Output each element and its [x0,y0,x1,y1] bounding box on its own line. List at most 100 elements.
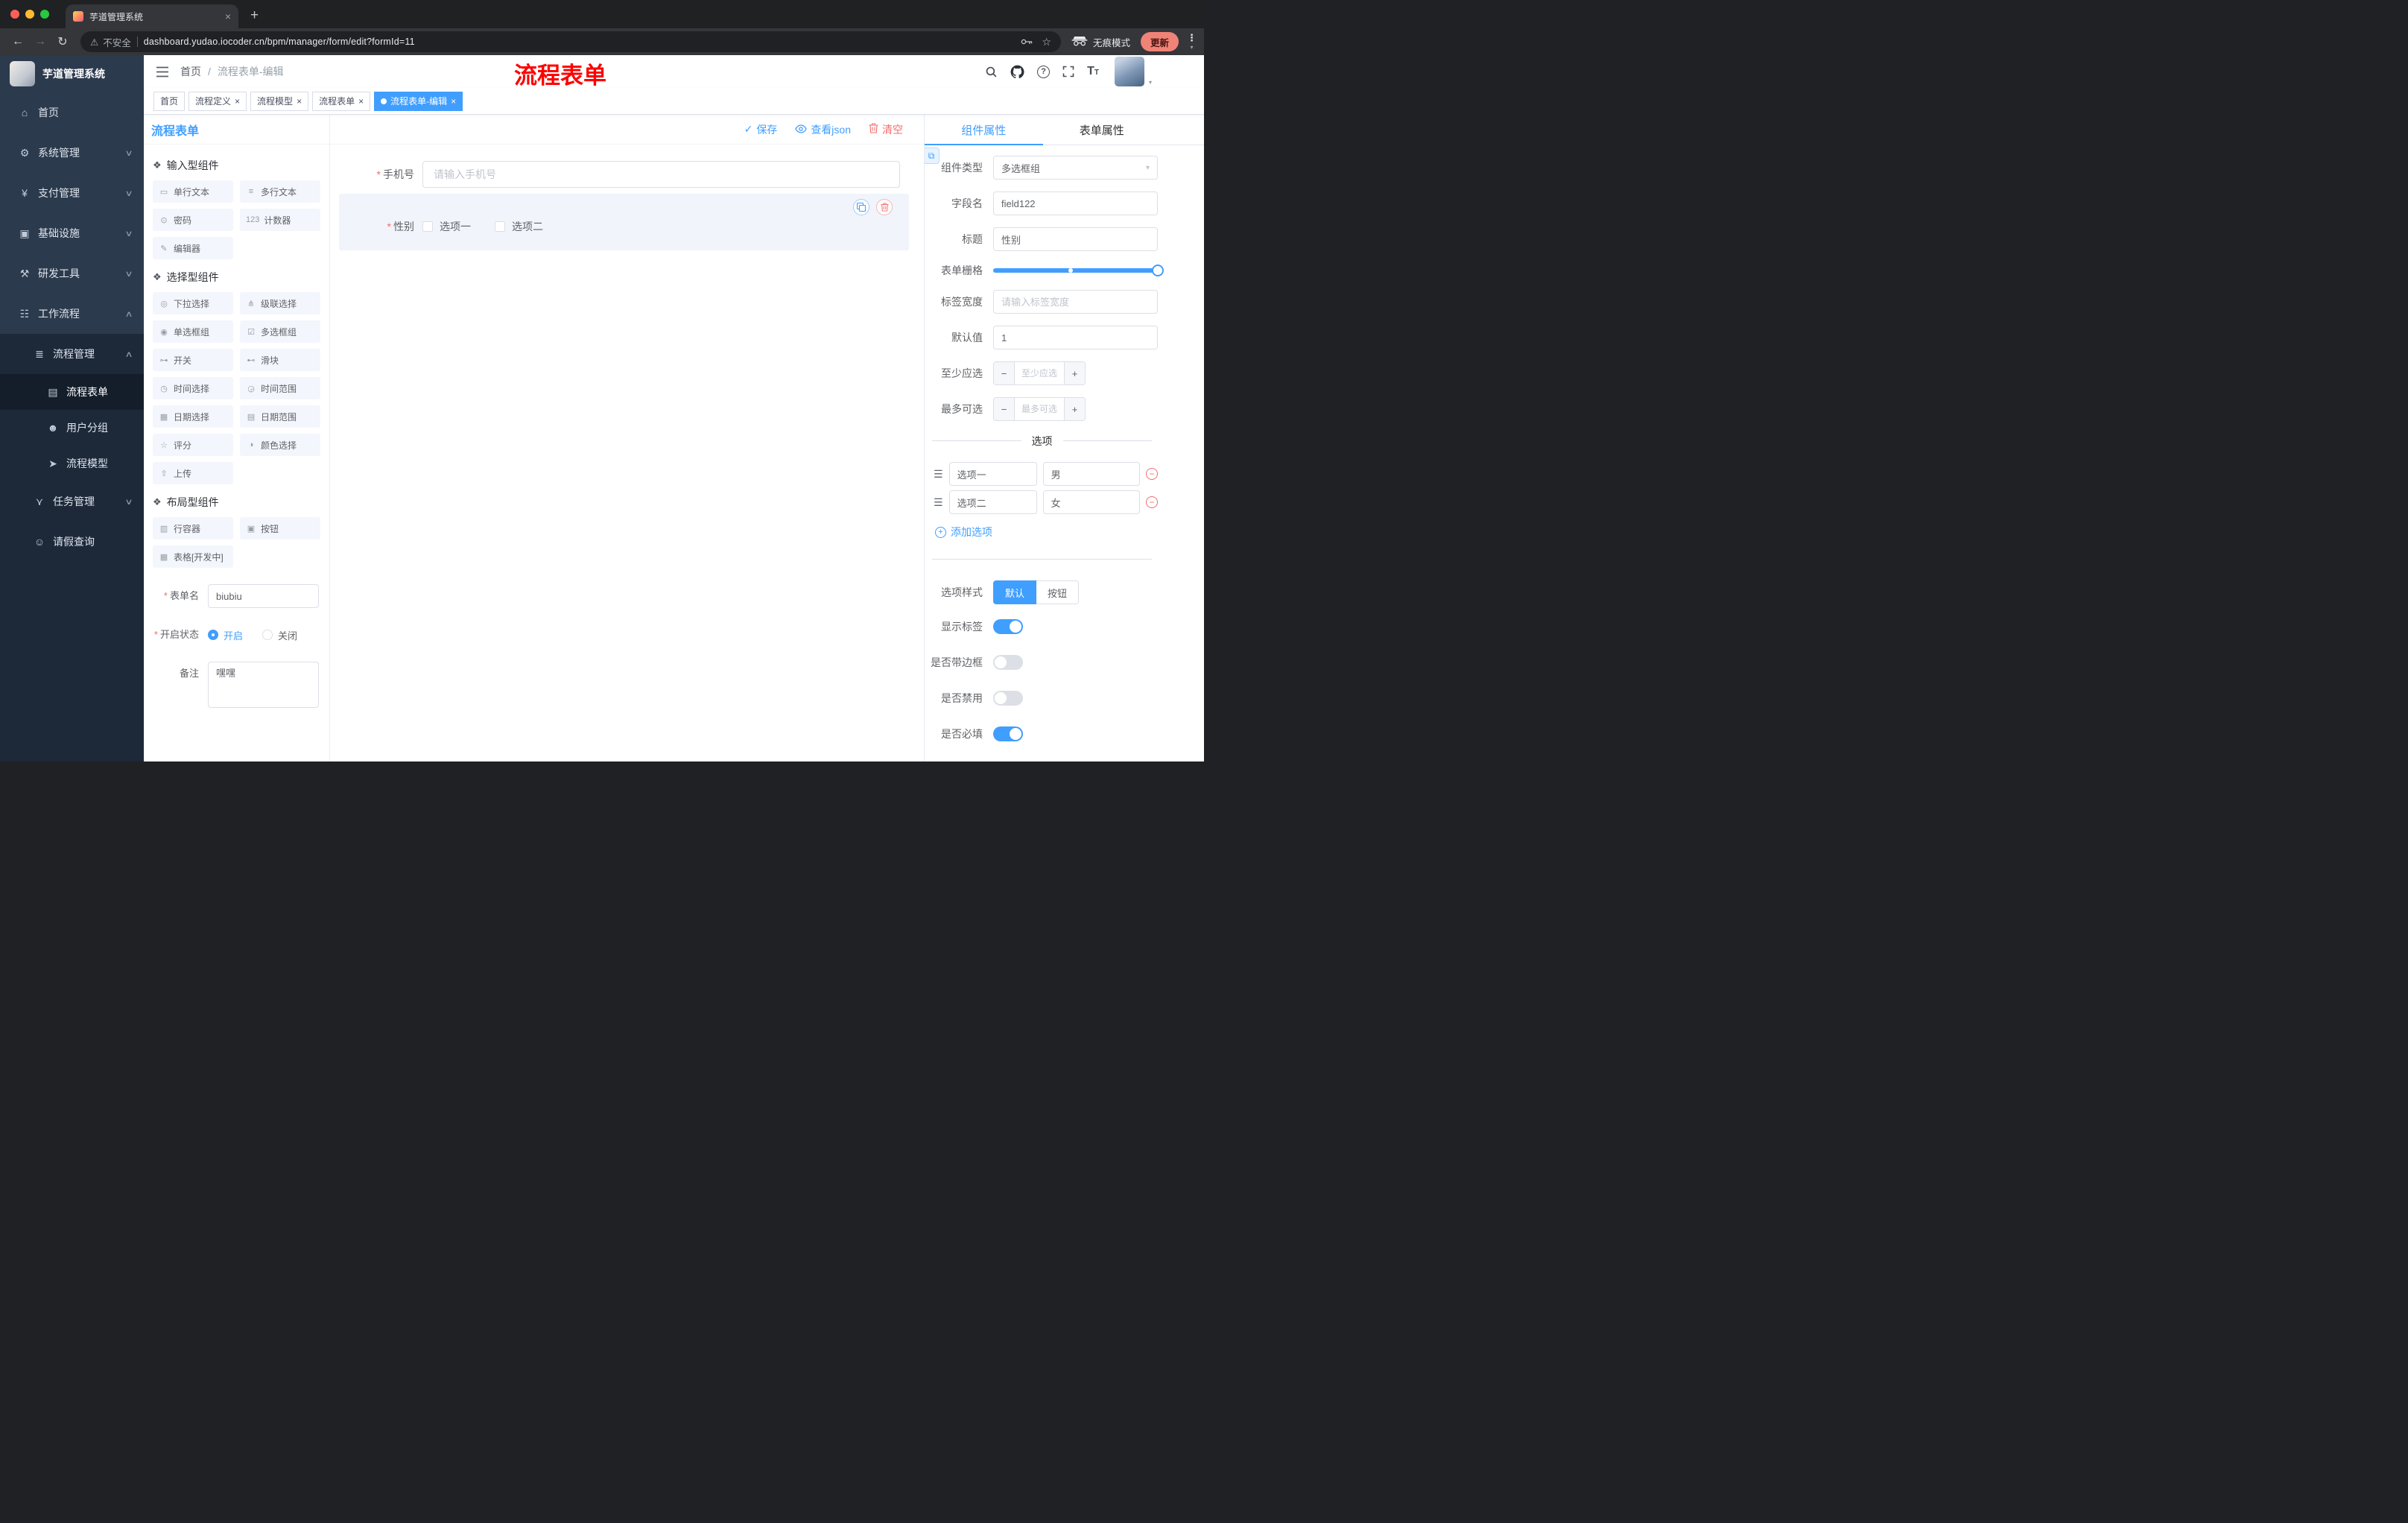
back-button[interactable]: ← [7,35,28,48]
close-window-button[interactable] [10,10,19,19]
phone-input[interactable] [422,161,900,188]
tab-close-icon[interactable]: × [225,10,231,22]
with-border-switch[interactable] [993,655,1023,670]
status-off-radio[interactable]: 关闭 [262,628,297,642]
checkbox-icon[interactable] [422,221,433,232]
palette-item[interactable]: ⋔ 级联选择 [240,292,320,314]
palette-item[interactable]: ▤ 日期范围 [240,405,320,428]
decrease-button[interactable]: − [994,362,1015,384]
palette-item[interactable]: ✎ 编辑器 [153,237,233,259]
address-bar[interactable]: ⚠ 不安全 dashboard.yudao.iocoder.cn/bpm/man… [80,31,1061,52]
drag-handle-icon[interactable]: ☰ [934,468,943,481]
palette-item[interactable]: ◑ 颜色选择 [240,434,320,456]
checkbox-option[interactable]: 选项一 [422,219,471,234]
required-switch[interactable] [993,726,1023,741]
tag-home[interactable]: 首页 [153,91,186,111]
status-on-radio[interactable]: 开启 [208,628,243,642]
increase-button[interactable]: + [1064,362,1085,384]
component-type-select[interactable]: 多选框组 ▾ [993,156,1158,180]
link-icon[interactable]: ⧉ [925,148,940,164]
form-remark-textarea[interactable]: 嘿嘿 [208,662,319,708]
add-option-button[interactable]: + 添加选项 [935,525,1158,539]
remove-option-button[interactable]: − [1146,468,1158,480]
option-value-input[interactable] [1042,462,1140,486]
security-indicator[interactable]: ⚠ 不安全 [90,35,131,49]
tag-process-form[interactable]: 流程表单 × [312,91,371,111]
design-canvas[interactable]: 手机号 性别 [330,145,924,762]
tag-process-model[interactable]: 流程模型 × [250,91,309,111]
tab-form-props[interactable]: 表单属性 [1043,115,1162,145]
browser-tab[interactable]: 芋道管理系统 × [66,4,238,28]
minimize-window-button[interactable] [25,10,34,19]
palette-item[interactable]: ◎ 下拉选择 [153,292,233,314]
palette-item[interactable]: ≡ 多行文本 [240,180,320,203]
palette-item[interactable]: ◉ 单选框组 [153,320,233,343]
tag-close-icon[interactable]: × [451,97,456,106]
sidebar-item-system-management[interactable]: ⚙ 系统管理 ∨ [0,133,144,173]
grid-slider[interactable] [993,265,1164,276]
help-icon[interactable]: ? [1037,65,1051,78]
tag-process-form-edit[interactable]: 流程表单-编辑 × [374,91,463,111]
tab-component-props[interactable]: 组件属性 [925,115,1043,145]
decrease-button[interactable]: − [994,398,1015,420]
sidebar-item-dev-tools[interactable]: ⚒ 研发工具 ∨ [0,253,144,294]
tag-close-icon[interactable]: × [235,97,240,106]
sidebar-item-process-model[interactable]: ➤ 流程模型 [0,446,144,481]
sidebar-item-process-form[interactable]: ▤ 流程表单 [0,374,144,410]
view-json-button[interactable]: 查看json [795,122,851,137]
sidebar-item-infrastructure[interactable]: ▣ 基础设施 ∨ [0,213,144,253]
form-name-input[interactable] [208,584,319,608]
phone-field-row[interactable]: 手机号 [339,161,909,188]
password-key-icon[interactable] [1021,38,1033,45]
new-tab-button[interactable]: + [250,7,259,24]
palette-item[interactable]: ▣ 按钮 [240,517,320,539]
fullscreen-icon[interactable] [1062,66,1074,77]
palette-item[interactable]: ☆ 评分 [153,434,233,456]
checkbox-option[interactable]: 选项二 [495,219,543,234]
palette-item[interactable]: ⊷ 滑块 [240,349,320,371]
palette-item[interactable]: ⊙ 密码 [153,209,233,231]
palette-item[interactable]: ◶ 时间范围 [240,377,320,399]
user-avatar[interactable] [1115,57,1144,86]
forward-button[interactable]: → [30,35,51,48]
palette-item[interactable]: ▭ 单行文本 [153,180,233,203]
palette-item[interactable]: ⇧ 上传 [153,462,233,484]
breadcrumb-home[interactable]: 首页 [180,64,201,79]
copy-component-button[interactable] [853,199,869,215]
title-input[interactable] [993,227,1158,251]
remove-option-button[interactable]: − [1146,496,1158,508]
tag-close-icon[interactable]: × [297,97,302,106]
palette-item[interactable]: ▦ 日期选择 [153,405,233,428]
label-width-input[interactable] [993,290,1158,314]
save-button[interactable]: ✓ 保存 [744,122,778,137]
palette-item[interactable]: ▥ 行容器 [153,517,233,539]
delete-component-button[interactable] [876,199,893,215]
search-icon[interactable] [985,66,998,78]
option-value-input[interactable] [1042,490,1140,514]
show-label-switch[interactable] [993,619,1023,634]
style-button-button[interactable]: 按钮 [1036,580,1080,604]
max-select-input[interactable] [1015,398,1064,420]
min-select-input[interactable] [1015,362,1064,384]
option-label-input[interactable] [948,490,1037,514]
sidebar-logo[interactable]: 芋道管理系统 [0,55,144,92]
tag-process-definition[interactable]: 流程定义 × [188,91,247,111]
sidebar-item-process-management[interactable]: ≣ 流程管理 ∧ [0,334,144,374]
font-size-icon[interactable]: TT [1087,66,1099,77]
maximize-window-button[interactable] [40,10,49,19]
hamburger-icon[interactable] [156,66,169,77]
default-value-input[interactable] [993,326,1158,349]
palette-item[interactable]: ◷ 时间选择 [153,377,233,399]
option-label-input[interactable] [948,462,1037,486]
drag-handle-icon[interactable]: ☰ [934,496,943,509]
sidebar-item-user-group[interactable]: ☻ 用户分组 [0,410,144,446]
update-chrome-button[interactable]: 更新 [1140,32,1179,51]
field-name-input[interactable] [993,191,1158,215]
sidebar-item-workflow[interactable]: ☷ 工作流程 ∧ [0,294,144,334]
sidebar-item-task-management[interactable]: ⋎ 任务管理 ∨ [0,481,144,522]
increase-button[interactable]: + [1064,398,1085,420]
gender-field-row-selected[interactable]: 性别 选项一 选项二 [339,194,909,250]
reload-button[interactable]: ↻ [52,34,73,49]
slider-handle[interactable] [1152,265,1164,276]
github-icon[interactable] [1010,65,1024,79]
